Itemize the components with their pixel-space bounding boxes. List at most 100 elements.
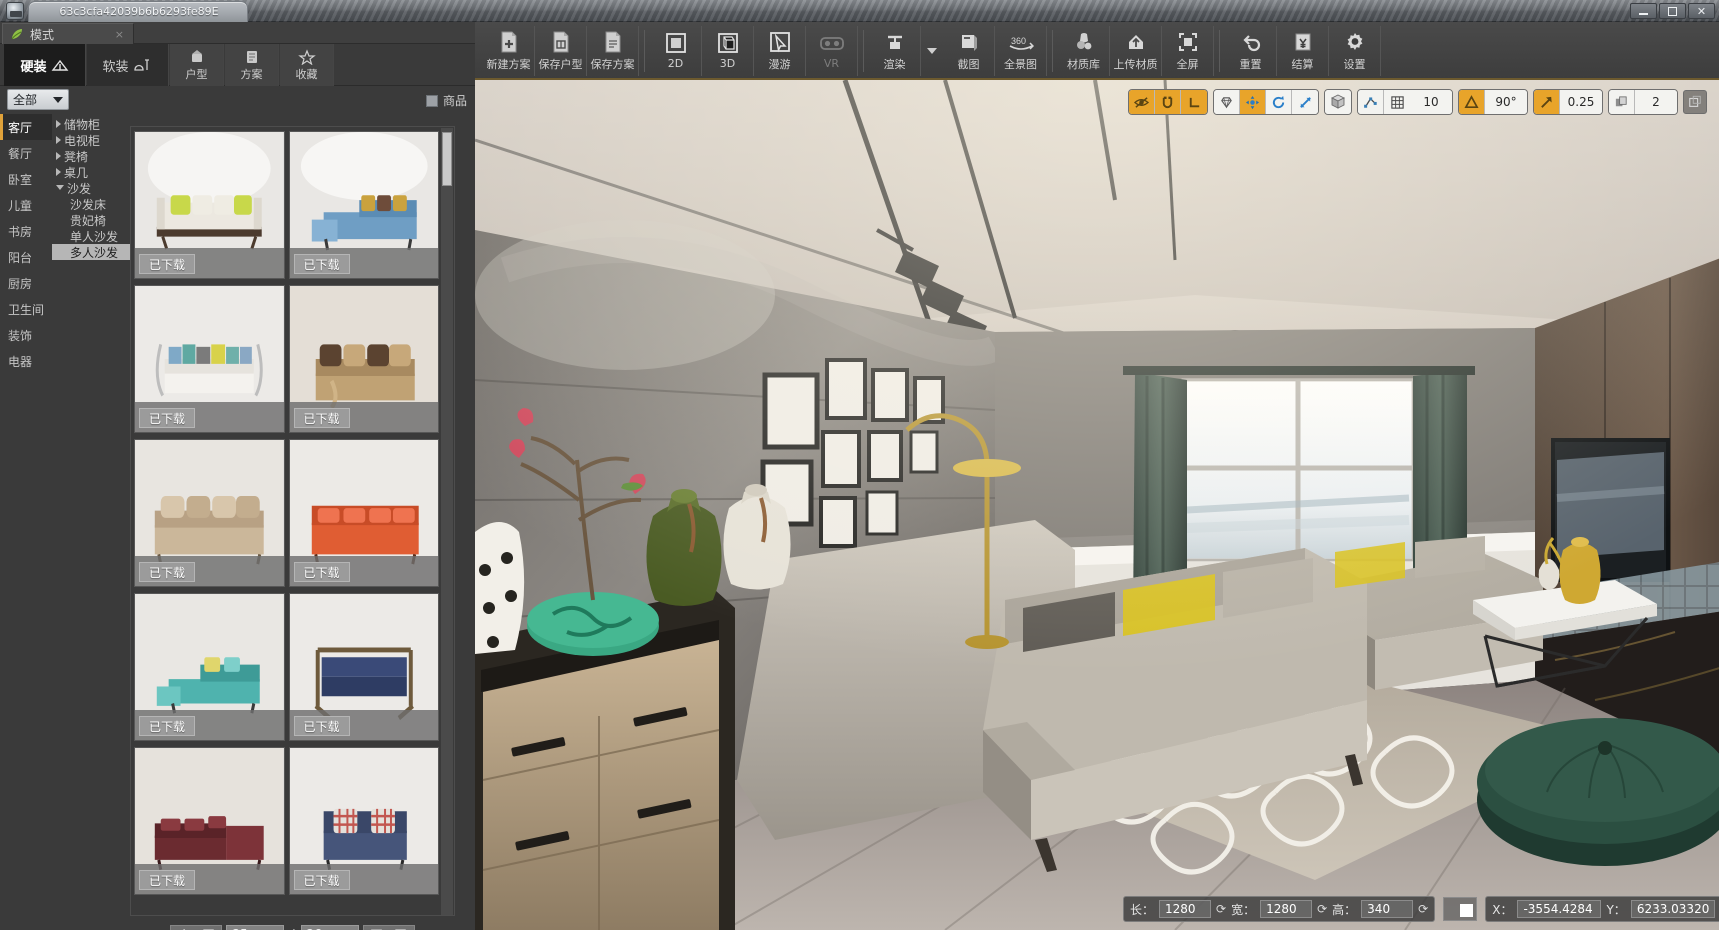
product-card[interactable]: 已下载 (134, 593, 285, 741)
corner-angle-icon[interactable] (1181, 90, 1207, 114)
tree-node[interactable]: 贵妃椅 (52, 212, 130, 228)
room-category-item[interactable]: 儿童 (0, 192, 52, 218)
toolbar-button-walkthrough-cursor[interactable]: 漫游 (754, 26, 806, 76)
toolbar-button-panorama-360[interactable]: 360 全景图 (995, 26, 1047, 76)
cube-box-icon[interactable] (1325, 90, 1351, 114)
triangle-right-icon[interactable] (56, 168, 61, 176)
viewport-3d-render[interactable] (475, 80, 1719, 930)
triangle-right-icon[interactable] (56, 136, 61, 144)
magnet-snap-icon[interactable] (1155, 90, 1181, 114)
product-card[interactable]: 已下载 (134, 131, 285, 279)
maximize-button[interactable] (1659, 3, 1686, 19)
room-category-item[interactable]: 厨房 (0, 270, 52, 296)
width-refresh-icon[interactable]: ⟳ (1317, 902, 1327, 916)
tab-floorplan[interactable]: 户型 (170, 44, 224, 86)
move-arrows-icon[interactable] (1240, 90, 1266, 114)
triangle-right-icon[interactable] (56, 152, 61, 160)
toolbar-button-upload-material[interactable]: 上传材质 (1110, 26, 1162, 76)
rotate-icon[interactable] (1266, 90, 1292, 114)
product-card[interactable]: 已下载 (288, 131, 439, 279)
scrollbar-thumb[interactable] (442, 132, 452, 186)
product-grid-scrollbar[interactable] (441, 128, 453, 915)
mode-tab[interactable]: 模式 × (2, 23, 134, 44)
document-tab[interactable]: 63c3cfa42039b6b6293fe89E (28, 1, 248, 22)
tree-node[interactable]: 沙发 (52, 180, 130, 196)
tree-node[interactable]: 电视柜 (52, 132, 130, 148)
render-icon (884, 31, 906, 53)
tab-soft-decoration[interactable]: 软装 (87, 44, 169, 86)
tab-scheme[interactable]: 方案 (225, 44, 279, 86)
triangle-right-icon[interactable] (56, 120, 61, 128)
length-value[interactable]: 1280 (1159, 900, 1212, 918)
toolbar-button-checkout-yuan[interactable]: 结算 (1277, 26, 1329, 76)
toolbar-button-reset-undo[interactable]: 重置 (1225, 26, 1277, 76)
left-panel: 模式 × 硬装 软装 户型 方案 收藏 全部 商品 客厅 餐厅 卧室 儿童 书房… (0, 22, 475, 930)
product-card[interactable]: 已下载 (288, 439, 439, 587)
tab-hard-decoration[interactable]: 硬装 (4, 44, 86, 86)
product-card[interactable]: 已下载 (134, 747, 285, 895)
toolbar-button-gear-settings[interactable]: 设置 (1329, 26, 1381, 76)
product-card[interactable]: 已下载 (134, 285, 285, 433)
room-category-item[interactable]: 电器 (0, 348, 52, 374)
grid-icon[interactable] (1384, 90, 1410, 114)
scope-dropdown-value: 全部 (13, 93, 38, 107)
diagonal-arrow-icon[interactable] (1534, 90, 1560, 114)
toolbar-button-fullscreen[interactable]: 全屏 (1162, 26, 1214, 76)
next-page-button[interactable]: 下一页 (362, 924, 415, 930)
height-value[interactable]: 340 (1361, 900, 1414, 918)
angle-value[interactable]: 90° (1485, 90, 1527, 114)
room-category-item[interactable]: 卧室 (0, 166, 52, 192)
tree-node[interactable]: 单人沙发 (52, 228, 130, 244)
tree-node[interactable]: 桌几 (52, 164, 130, 180)
room-category-item[interactable]: 餐厅 (0, 140, 52, 166)
chevron-down-icon (53, 96, 63, 103)
minimize-button[interactable] (1630, 3, 1657, 19)
tree-node[interactable]: 储物柜 (52, 116, 130, 132)
scale-value[interactable]: 0.25 (1560, 90, 1602, 114)
render-dropdown-caret-icon[interactable] (927, 48, 937, 54)
scope-dropdown[interactable]: 全部 (7, 89, 69, 110)
room-category-item[interactable]: 阳台 (0, 244, 52, 270)
room-category-item[interactable]: 客厅 (0, 114, 52, 140)
tree-node[interactable]: 多人沙发 (52, 244, 130, 260)
hide-eye-icon[interactable] (1129, 90, 1155, 114)
toolbar-button-material-library[interactable]: 材质库 (1058, 26, 1110, 76)
toolbar-button-save-floorplan[interactable]: 保存户型 (535, 26, 587, 76)
diamond-gem-icon[interactable] (1214, 90, 1240, 114)
toolbar-button-view-3d[interactable]: 3D (702, 26, 754, 76)
product-card[interactable]: 已下载 (288, 593, 439, 741)
toolbar-button-new-plan[interactable]: 新建方案 (483, 26, 535, 76)
mode-tab-close-icon[interactable]: × (115, 28, 124, 41)
product-card[interactable]: 已下载 (288, 285, 439, 433)
tree-node[interactable]: 凳椅 (52, 148, 130, 164)
copies-icon[interactable] (1609, 90, 1635, 114)
length-refresh-icon[interactable]: ⟳ (1216, 902, 1226, 916)
scale-diagonal-icon[interactable] (1292, 90, 1318, 114)
angle-triangle-icon[interactable] (1459, 90, 1485, 114)
toolbar-button-label: 保存户型 (538, 57, 583, 71)
grid-step-value[interactable]: 10 (1410, 90, 1452, 114)
product-card[interactable]: 已下载 (134, 439, 285, 587)
product-card[interactable]: 已下载 (288, 747, 439, 895)
copies-value[interactable]: 2 (1635, 90, 1677, 114)
align-node-icon[interactable] (1358, 90, 1384, 114)
toolbar-button-vr-goggles: VR (806, 26, 858, 76)
duplicate-window-icon[interactable] (1683, 90, 1707, 114)
height-refresh-icon[interactable]: ⟳ (1418, 902, 1428, 916)
current-page-input[interactable]: 25 (226, 924, 285, 930)
toolbar-button-view-2d[interactable]: 2D (650, 26, 702, 76)
room-category-item[interactable]: 装饰 (0, 322, 52, 348)
tree-node[interactable]: 沙发床 (52, 196, 130, 212)
width-value[interactable]: 1280 (1260, 900, 1313, 918)
toolbar-button-screenshot[interactable]: 截图 (943, 26, 995, 76)
color-swatch[interactable] (1443, 897, 1478, 921)
triangle-down-icon[interactable] (56, 184, 64, 194)
room-category-item[interactable]: 书房 (0, 218, 52, 244)
close-button[interactable]: ✕ (1688, 3, 1715, 19)
goods-checkbox[interactable]: 商品 (425, 92, 467, 109)
toolbar-button-render[interactable]: 渲染 (869, 26, 921, 76)
tab-favorites[interactable]: 收藏 (280, 44, 334, 86)
prev-page-button[interactable]: 上一页 (170, 924, 223, 930)
room-category-item[interactable]: 卫生间 (0, 296, 52, 322)
toolbar-button-save-plan[interactable]: 保存方案 (587, 26, 639, 76)
